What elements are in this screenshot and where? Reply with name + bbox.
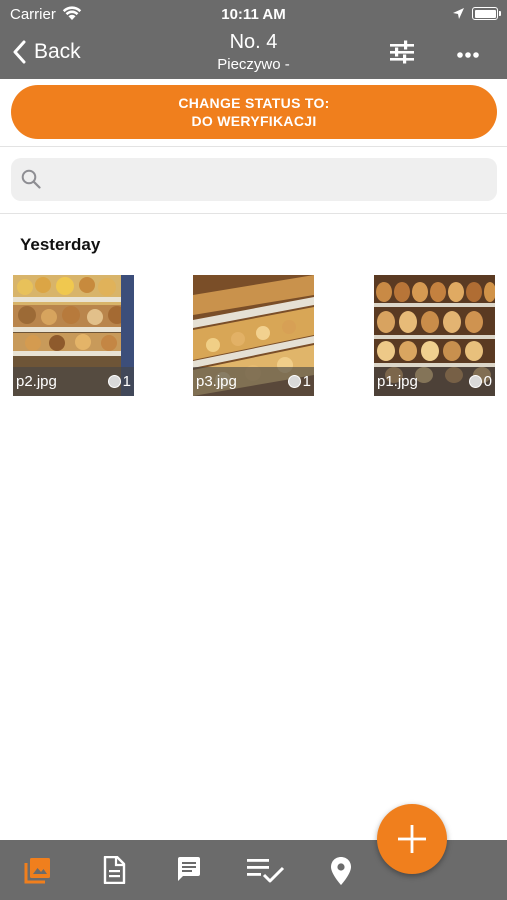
photo-thumbnail[interactable]: p1.jpg 0 [374,275,495,396]
status-dot-icon [287,375,301,388]
nav-title-block: No. 4 Pieczywo - [150,31,357,73]
photo-filename: p3.jpg [196,373,237,390]
location-icon[interactable] [330,856,352,891]
comments-icon[interactable] [176,856,202,887]
photo-caption: p2.jpg 1 [13,367,134,396]
change-status-line2: DO WERYFIKACJI [191,113,317,129]
divider [0,213,507,214]
photo-caption: p1.jpg 0 [374,367,495,396]
back-label: Back [34,40,81,63]
chevron-left-icon [13,40,26,64]
plus-icon [398,825,426,853]
more-options-icon[interactable] [456,46,480,64]
change-status-button[interactable]: CHANGE STATUS TO: DO WERYFIKACJI [11,85,497,139]
photos-icon[interactable] [24,856,52,889]
photo-count-value: 1 [122,373,131,390]
clock: 10:11 AM [221,6,286,23]
add-button[interactable] [377,804,447,874]
photo-comment-count: 0 [468,373,492,390]
photo-comment-count: 1 [107,373,131,390]
page-title: No. 4 [229,31,278,53]
status-dot-icon [468,375,482,388]
photo-thumbnail[interactable]: p3.jpg 1 [193,275,314,396]
photo-filename: p2.jpg [16,373,57,390]
photo-comment-count: 1 [287,373,311,390]
photo-filename: p1.jpg [377,373,418,390]
checklist-icon[interactable] [246,856,286,889]
search-input[interactable] [51,158,481,201]
status-bar: Carrier 10:11 AM [0,0,507,28]
filter-icon[interactable] [389,40,415,69]
change-status-line1: CHANGE STATUS TO: [178,95,330,111]
back-button[interactable]: Back [12,36,81,68]
photo-thumbnail[interactable]: p2.jpg 1 [13,275,134,396]
document-icon[interactable] [102,855,126,889]
photo-count-value: 1 [302,373,311,390]
search-bar[interactable] [11,158,497,201]
page-subtitle: Pieczywo - [217,56,290,73]
top-bar: Carrier 10:11 AM Back No. 4 Pieczywo - [0,0,507,79]
photo-caption: p3.jpg 1 [193,367,314,396]
divider [0,146,507,147]
search-icon [21,169,41,194]
status-dot-icon [107,375,121,388]
section-header: Yesterday [20,235,101,254]
photo-count-value: 0 [483,373,492,390]
battery-icon [472,7,501,20]
location-arrow-icon [452,7,465,25]
